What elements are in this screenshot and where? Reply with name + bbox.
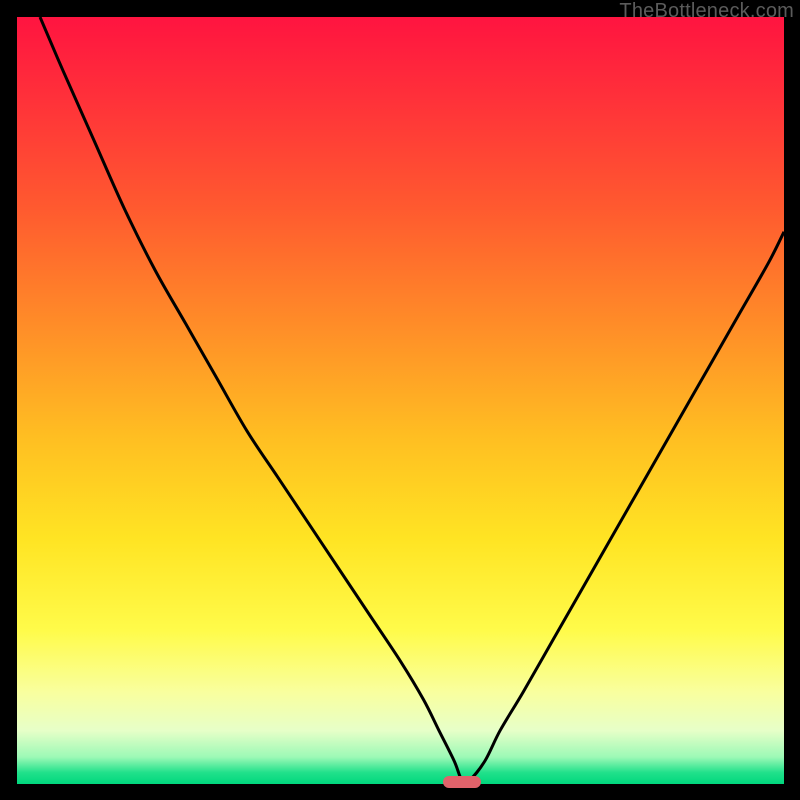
watermark-text: TheBottleneck.com	[619, 0, 794, 23]
bottleneck-curve	[40, 17, 784, 783]
chart-stage: TheBottleneck.com	[0, 0, 800, 800]
curve-layer	[17, 17, 784, 784]
minimum-marker	[443, 776, 481, 788]
plot-area	[17, 17, 784, 784]
